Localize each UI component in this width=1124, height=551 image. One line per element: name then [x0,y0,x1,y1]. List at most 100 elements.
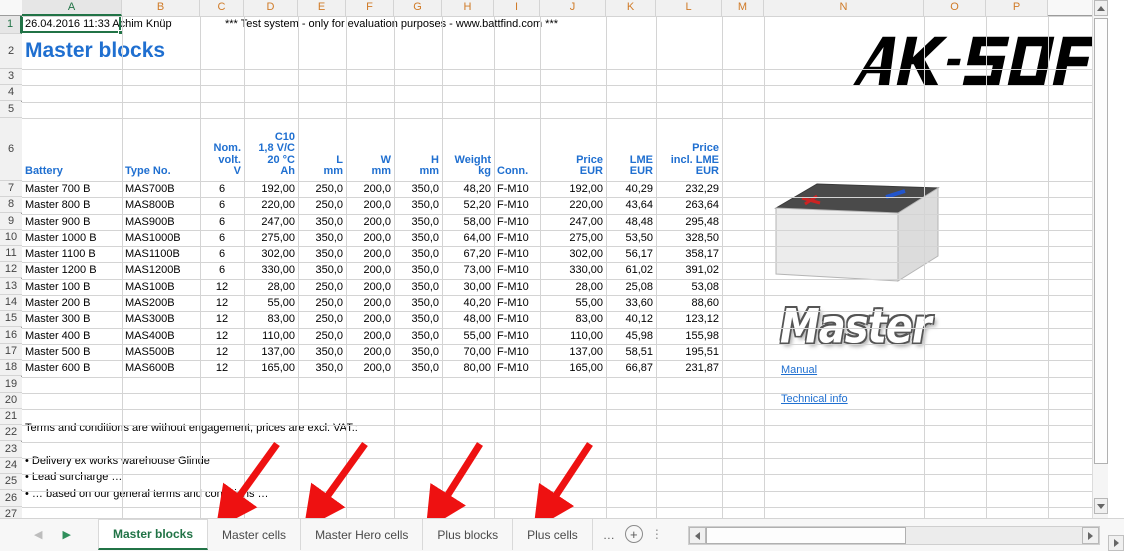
table-cell[interactable]: 40,12 [606,311,656,327]
table-cell[interactable]: Master 100 B [22,279,122,295]
table-cell[interactable]: 250,0 [298,197,346,213]
row-header-20[interactable]: 20 [0,393,22,410]
cell-d1-banner[interactable]: *** Test system - only for evaluation pu… [222,16,642,32]
table-cell[interactable]: 53,50 [606,230,656,246]
table-cell[interactable]: 58,51 [606,344,656,360]
table-cell[interactable]: 250,0 [298,279,346,295]
column-header-i[interactable]: I [494,0,540,16]
row-header-21[interactable]: 21 [0,409,22,426]
sheet-nav-buttons[interactable]: ◀ ▶ [34,528,71,541]
table-cell[interactable]: 200,0 [346,344,394,360]
row-header-15[interactable]: 15 [0,311,22,328]
table-cell[interactable]: 28,00 [540,279,606,295]
table-cell[interactable]: 66,87 [606,360,656,376]
table-cell[interactable]: 110,00 [244,328,298,344]
row-header-2[interactable]: 2 [0,34,22,69]
table-cell[interactable]: 12 [200,279,244,295]
table-cell[interactable]: F-M10 [494,328,540,344]
table-cell[interactable]: 330,00 [540,262,606,278]
table-column-header[interactable]: Type No. [122,118,200,181]
horizontal-scrollbar[interactable] [688,526,1100,545]
table-cell[interactable]: F-M10 [494,279,540,295]
table-cell[interactable]: Master 1200 B [22,262,122,278]
table-cell[interactable]: 295,48 [656,214,722,230]
row-header-12[interactable]: 12 [0,262,22,279]
table-column-header[interactable]: LME EUR [606,118,656,181]
table-cell[interactable]: MAS700B [122,181,200,197]
table-cell[interactable]: MAS200B [122,295,200,311]
scroll-up-button[interactable] [1094,0,1108,16]
vertical-scrollbar[interactable] [1092,0,1108,518]
table-cell[interactable]: 6 [200,230,244,246]
table-cell[interactable]: 28,00 [244,279,298,295]
hscroll-left-button[interactable] [689,527,706,544]
table-cell[interactable]: 58,00 [442,214,494,230]
table-cell[interactable]: 67,20 [442,246,494,262]
table-cell[interactable]: 350,0 [394,181,442,197]
table-column-header[interactable]: L mm [298,118,346,181]
table-cell[interactable]: Master 700 B [22,181,122,197]
row-header-4[interactable]: 4 [0,85,22,102]
table-cell[interactable]: 350,0 [394,344,442,360]
table-cell[interactable]: 12 [200,328,244,344]
column-header-f[interactable]: F [346,0,394,16]
table-cell[interactable]: 275,00 [540,230,606,246]
row-header-13[interactable]: 13 [0,279,22,296]
table-cell[interactable]: 220,00 [244,197,298,213]
row-header-6[interactable]: 6 [0,118,22,181]
column-header-k[interactable]: K [606,0,656,16]
table-cell[interactable]: 165,00 [540,360,606,376]
table-cell[interactable]: 137,00 [540,344,606,360]
table-cell[interactable]: 250,0 [298,328,346,344]
table-cell[interactable]: MAS600B [122,360,200,376]
table-column-header[interactable]: W mm [346,118,394,181]
row-header-7[interactable]: 7 [0,181,22,198]
table-cell[interactable]: 200,0 [346,262,394,278]
sheet-nav-next-icon[interactable]: ▶ [62,528,70,541]
row-header-9[interactable]: 9 [0,214,22,231]
row-header-23[interactable]: 23 [0,442,22,459]
table-cell[interactable]: 123,12 [656,311,722,327]
sheet-tabs-overflow[interactable]: … [593,519,625,550]
table-cell[interactable]: 250,0 [298,295,346,311]
table-cell[interactable]: F-M10 [494,311,540,327]
sheet-tab-master-hero-cells[interactable]: Master Hero cells [301,519,424,550]
table-column-header[interactable]: Battery [22,118,122,181]
table-cell[interactable]: 25,08 [606,279,656,295]
table-cell[interactable]: 220,00 [540,197,606,213]
table-cell[interactable]: 350,0 [298,246,346,262]
table-column-header[interactable]: H mm [394,118,442,181]
table-cell[interactable]: 61,02 [606,262,656,278]
table-cell[interactable]: 73,00 [442,262,494,278]
table-cell[interactable]: 110,00 [540,328,606,344]
horizontal-scroll-thumb[interactable] [706,527,906,544]
table-cell[interactable]: 55,00 [244,295,298,311]
table-cell[interactable]: 350,0 [298,214,346,230]
table-cell[interactable]: 6 [200,197,244,213]
table-cell[interactable]: MAS1000B [122,230,200,246]
table-cell[interactable]: F-M10 [494,246,540,262]
table-cell[interactable]: 328,50 [656,230,722,246]
table-cell[interactable]: F-M10 [494,197,540,213]
table-cell[interactable]: 263,64 [656,197,722,213]
table-cell[interactable]: F-M10 [494,360,540,376]
row-header-1[interactable]: 1 [0,16,22,34]
row-header-14[interactable]: 14 [0,295,22,312]
row-header-26[interactable]: 26 [0,491,22,508]
table-cell[interactable]: 200,0 [346,328,394,344]
table-cell[interactable]: 350,0 [394,311,442,327]
table-cell[interactable]: F-M10 [494,214,540,230]
table-cell[interactable]: 192,00 [244,181,298,197]
table-cell[interactable]: 350,0 [394,279,442,295]
table-cell[interactable]: 200,0 [346,230,394,246]
table-cell[interactable]: Master 300 B [22,311,122,327]
table-cell[interactable]: 83,00 [244,311,298,327]
table-cell[interactable]: 6 [200,246,244,262]
table-cell[interactable]: 56,17 [606,246,656,262]
table-cell[interactable]: Master 500 B [22,344,122,360]
table-cell[interactable]: 200,0 [346,181,394,197]
table-cell[interactable]: 55,00 [540,295,606,311]
table-cell[interactable]: 155,98 [656,328,722,344]
row-header-8[interactable]: 8 [0,197,22,214]
row-header-11[interactable]: 11 [0,246,22,263]
